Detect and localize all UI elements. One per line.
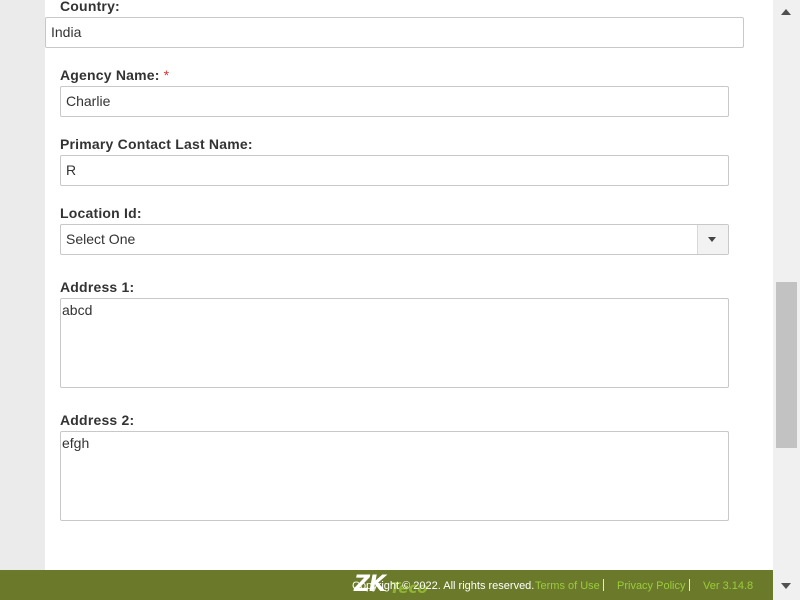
chevron-down-icon [708, 237, 716, 242]
address1-label: Address 1: [60, 279, 135, 295]
agency-name-field[interactable]: Charlie [60, 86, 729, 117]
vertical-scrollbar[interactable] [773, 0, 800, 600]
primary-contact-last-name-field[interactable]: R [60, 155, 729, 186]
privacy-policy-link[interactable]: Privacy Policy [617, 580, 685, 592]
location-id-label: Location Id: [60, 205, 142, 221]
required-marker: * [163, 67, 170, 83]
location-id-selected: Select One [66, 231, 136, 247]
version-text: Ver 3.14.8 [703, 580, 754, 592]
country-field[interactable]: India [45, 17, 744, 48]
primary-contact-last-name-label: Primary Contact Last Name: [60, 136, 253, 152]
footer-divider [603, 579, 604, 591]
address1-textarea[interactable]: abcd [60, 298, 729, 388]
address2-label: Address 2: [60, 412, 135, 428]
scroll-up-arrow-icon[interactable] [781, 9, 791, 15]
terms-of-use-link[interactable]: Terms of Use [535, 580, 600, 592]
copyright-text: Copyright © 2022. All rights reserved. [352, 580, 535, 592]
footer-divider [689, 579, 690, 591]
agency-name-label: Agency Name: * [60, 67, 169, 83]
location-id-select[interactable]: Select One [60, 224, 729, 255]
location-id-dropdown-button[interactable] [697, 225, 728, 254]
footer: ZK Teco Copyright © 2022. All rights res… [0, 570, 773, 600]
scrollbar-thumb[interactable] [776, 282, 797, 448]
country-label: Country: [60, 0, 120, 14]
address2-textarea[interactable]: efgh [60, 431, 729, 521]
agency-name-label-text: Agency Name: [60, 67, 160, 83]
scroll-down-arrow-icon[interactable] [781, 583, 791, 589]
